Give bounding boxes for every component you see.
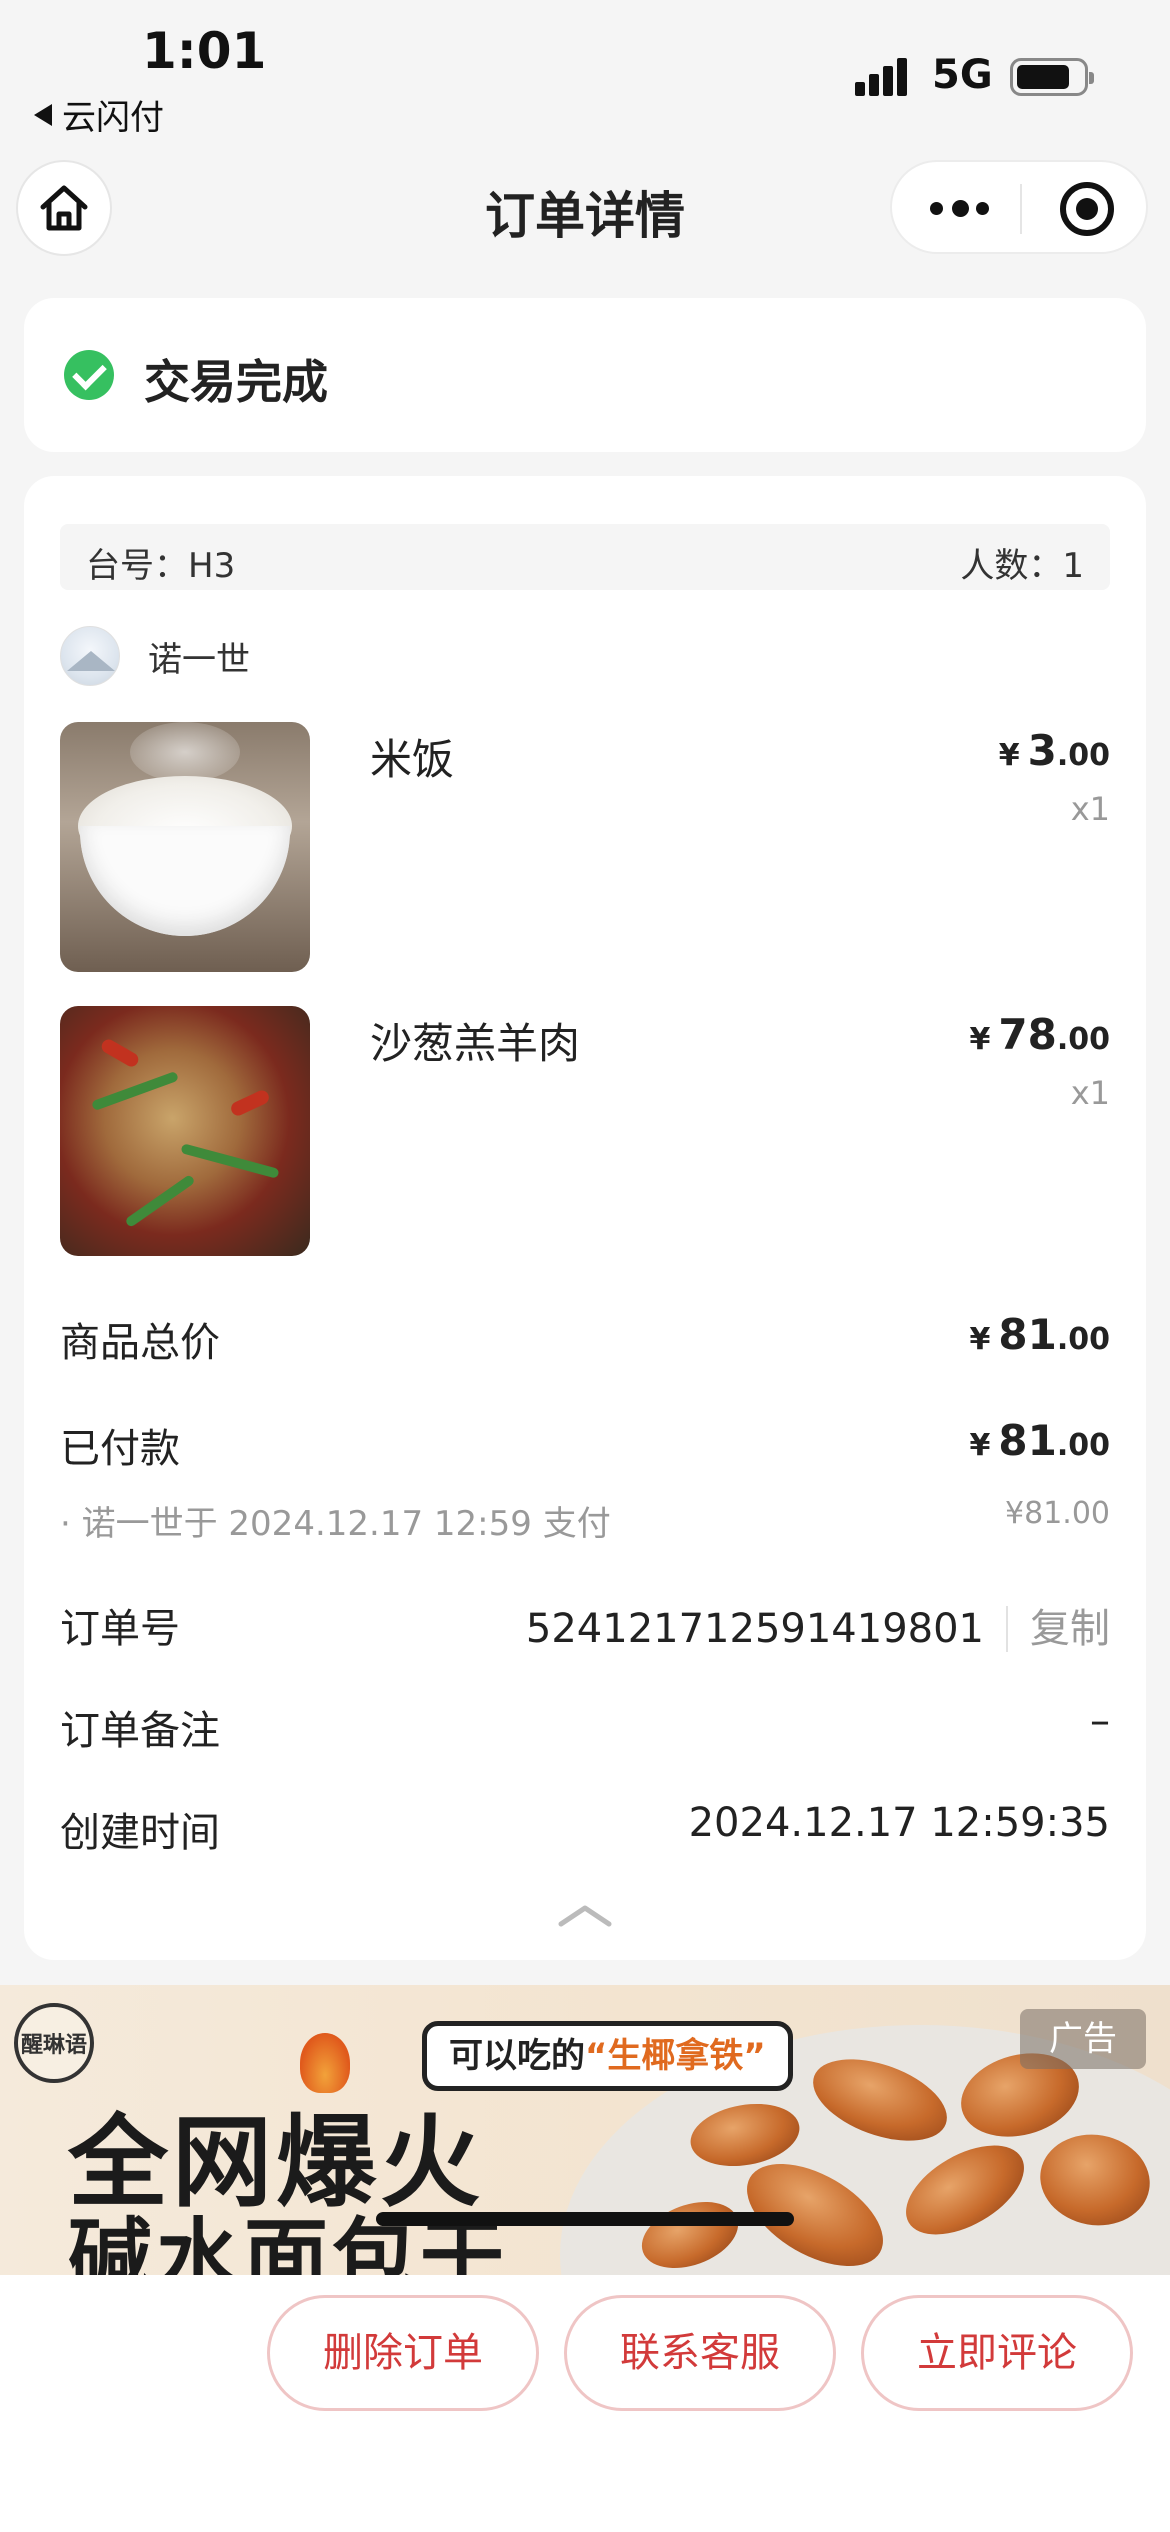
network-type: 5G: [932, 52, 993, 98]
item-quantity: x1: [1070, 1074, 1110, 1112]
back-app-label: 云闪付: [62, 98, 164, 138]
copy-button[interactable]: 复制: [1006, 1606, 1110, 1652]
item-price: ¥3.00: [998, 726, 1110, 775]
order-number-value: 524121712591419801 复制: [526, 1596, 1110, 1654]
mini-program-capsule: [890, 160, 1148, 254]
order-detail-card: 台号：H3 人数：1 诺一世 米饭 ¥3.00 x1 沙葱羔羊肉 ¥78.00: [24, 476, 1146, 1960]
payment-note-amount: ¥81.00: [1005, 1496, 1110, 1531]
lamb-dish-image: [60, 1006, 310, 1256]
paid-value: ¥81.00: [969, 1416, 1110, 1465]
paid-row: 已付款 ¥81.00: [60, 1412, 1110, 1472]
home-indicator: [376, 2212, 794, 2226]
delete-order-button[interactable]: 删除订单: [267, 2295, 539, 2411]
rice-image: [60, 722, 310, 972]
avatar: [60, 626, 120, 686]
order-number-row: 订单号 524121712591419801 复制: [60, 1592, 1110, 1652]
item-name: 沙葱羔羊肉: [370, 1019, 581, 1068]
more-menu-icon[interactable]: [930, 198, 990, 218]
bottom-action-bar: 删除订单 联系客服 立即评论: [0, 2275, 1170, 2532]
order-status-text: 交易完成: [144, 355, 328, 409]
order-item[interactable]: 米饭 ¥3.00 x1: [60, 722, 1110, 972]
item-name: 米饭: [370, 735, 455, 784]
remark-row: 订单备注 –: [60, 1694, 1110, 1754]
created-time-row: 创建时间 2024.12.17 12:59:35: [60, 1796, 1110, 1856]
contact-service-button[interactable]: 联系客服: [564, 2295, 836, 2411]
back-to-app-link[interactable]: 云闪付: [34, 90, 164, 139]
subtotal-label: 商品总价: [60, 1320, 220, 1366]
navigation-bar: 订单详情: [0, 150, 1170, 260]
subtotal-value: ¥81.00: [969, 1310, 1110, 1359]
created-time-value: 2024.12.17 12:59:35: [688, 1800, 1110, 1846]
payment-note-text: · 诺一世于 2024.12.17 12:59 支付: [60, 1504, 611, 1544]
order-item[interactable]: 沙葱羔羊肉 ¥78.00 x1: [60, 1006, 1110, 1256]
created-time-label: 创建时间: [60, 1810, 220, 1856]
ad-label: 广告: [1020, 2009, 1146, 2069]
remark-label: 订单备注: [60, 1708, 220, 1754]
order-number: 524121712591419801: [525, 1606, 984, 1652]
table-info-bar: 台号：H3 人数：1: [60, 524, 1110, 590]
paid-label: 已付款: [60, 1426, 180, 1472]
orderer-row: 诺一世: [60, 626, 250, 686]
ad-banner[interactable]: 醒琳语 可以吃的“生椰拿铁” 全网爆火 碱水面包干 广告: [0, 1985, 1170, 2275]
ad-headline-2: 碱水面包干: [68, 2209, 509, 2275]
item-price: ¥78.00: [969, 1010, 1110, 1059]
collapse-chevron-icon[interactable]: [557, 1900, 613, 1930]
check-circle-icon: [64, 350, 114, 400]
subtotal-row: 商品总价 ¥81.00: [60, 1306, 1110, 1366]
signal-icon: [855, 56, 915, 96]
order-status-card: 交易完成: [24, 298, 1146, 452]
item-quantity: x1: [1070, 790, 1110, 828]
back-triangle-icon: [34, 103, 52, 126]
orderer-name: 诺一世: [148, 639, 250, 680]
table-number: 台号：H3: [86, 546, 236, 586]
battery-icon: [1010, 58, 1094, 96]
order-number-label: 订单号: [60, 1606, 180, 1652]
payment-note: · 诺一世于 2024.12.17 12:59 支付 ¥81.00: [60, 1496, 1110, 1544]
status-time: 1:01: [142, 22, 267, 80]
close-miniprogram-icon[interactable]: [1060, 182, 1114, 236]
status-bar: 1:01 云闪付 5G: [0, 0, 1170, 140]
review-now-button[interactable]: 立即评论: [861, 2295, 1133, 2411]
ad-brand-logo: 醒琳语: [14, 2003, 94, 2083]
people-count: 人数：1: [960, 546, 1084, 586]
remark-value: –: [1090, 1698, 1110, 1744]
